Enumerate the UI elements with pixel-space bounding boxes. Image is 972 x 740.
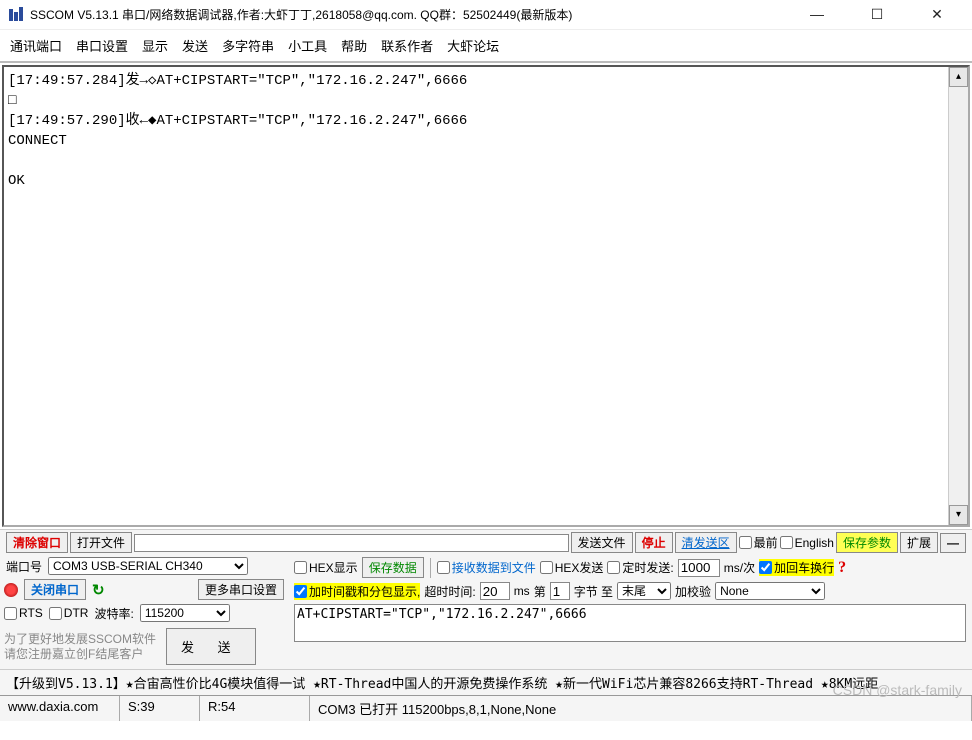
byte-no-input[interactable] xyxy=(550,582,570,600)
recv-to-file-checkbox[interactable]: 接收数据到文件 xyxy=(437,559,536,576)
add-crlf-checkbox[interactable]: 加回车换行 xyxy=(759,559,834,576)
title-bar: SSCOM V5.13.1 串口/网络数据调试器,作者:大虾丁丁,2618058… xyxy=(0,0,972,30)
check-type-select[interactable]: None xyxy=(715,582,825,600)
app-icon xyxy=(8,7,24,23)
menu-tools[interactable]: 小工具 xyxy=(288,36,327,55)
port-select[interactable]: COM3 USB-SERIAL CH340 xyxy=(48,557,248,575)
timeout-input[interactable] xyxy=(480,582,510,600)
baud-select[interactable]: 115200 xyxy=(140,604,230,622)
status-site[interactable]: www.daxia.com xyxy=(0,696,120,721)
save-data-button[interactable]: 保存数据 xyxy=(362,557,424,578)
menu-help[interactable]: 帮助 xyxy=(341,36,367,55)
watermark: CSDN @stark-family xyxy=(833,682,962,698)
output-area: [17:49:57.284]发→◇AT+CIPSTART="TCP","172.… xyxy=(2,65,970,527)
topmost-checkbox[interactable]: 最前 xyxy=(739,534,778,551)
dtr-checkbox[interactable]: DTR xyxy=(49,606,89,620)
close-port-button[interactable]: 关闭串口 xyxy=(24,579,86,600)
interval-input[interactable] xyxy=(678,559,720,577)
timeout-unit: ms xyxy=(514,584,530,598)
port-label: 端口号 xyxy=(6,558,42,575)
stop-button[interactable]: 停止 xyxy=(635,532,673,553)
collapse-button[interactable]: — xyxy=(940,533,966,553)
expand-button[interactable]: 扩展 xyxy=(900,532,938,553)
byte-label1: 第 xyxy=(534,583,546,600)
english-checkbox[interactable]: English xyxy=(780,536,834,550)
status-info: COM3 已打开 115200bps,8,1,None,None xyxy=(310,696,972,721)
window-title: SSCOM V5.13.1 串口/网络数据调试器,作者:大虾丁丁,2618058… xyxy=(30,6,572,23)
register-note: 为了更好地发展SSCOM软件 请您注册嘉立创F结尾客户 xyxy=(0,630,160,664)
maximize-button[interactable]: ☐ xyxy=(862,6,892,23)
menu-display[interactable]: 显示 xyxy=(142,36,168,55)
ad-bar: 【升级到V5.13.1】★合宙高性价比4G模块值得一试 ★RT-Thread中国… xyxy=(0,669,972,695)
clear-window-button[interactable]: 清除窗口 xyxy=(6,532,68,553)
menu-port[interactable]: 通讯端口 xyxy=(10,36,62,55)
timestamp-checkbox[interactable]: 加时间戳和分包显示, xyxy=(294,583,420,600)
to-end-select[interactable]: 末尾 xyxy=(617,582,671,600)
record-icon[interactable] xyxy=(4,583,18,597)
byte-label2: 字节 至 xyxy=(574,583,613,600)
timed-send-checkbox[interactable]: 定时发送: xyxy=(607,559,673,576)
send-file-button[interactable]: 发送文件 xyxy=(571,532,633,553)
interval-unit: ms/次 xyxy=(724,559,755,576)
scroll-up-icon[interactable]: ▴ xyxy=(949,67,968,87)
status-recv: R:54 xyxy=(200,696,310,721)
scrollbar[interactable]: ▴ ▾ xyxy=(948,67,968,525)
menu-bar: 通讯端口 串口设置 显示 发送 多字符串 小工具 帮助 联系作者 大虾论坛 xyxy=(0,30,972,63)
send-textarea[interactable] xyxy=(294,604,966,642)
minimize-button[interactable]: — xyxy=(802,6,832,23)
timeout-label: 超时时间: xyxy=(424,583,475,600)
rts-checkbox[interactable]: RTS xyxy=(4,606,43,620)
menu-send[interactable]: 发送 xyxy=(182,36,208,55)
hex-send-checkbox[interactable]: HEX发送 xyxy=(540,559,604,576)
control-panel: 清除窗口 打开文件 发送文件 停止 清发送区 最前 English 保存参数 扩… xyxy=(0,529,972,721)
menu-contact[interactable]: 联系作者 xyxy=(381,36,433,55)
file-path-input[interactable] xyxy=(134,534,569,552)
menu-forum[interactable]: 大虾论坛 xyxy=(447,36,499,55)
status-bar: www.daxia.com S:39 R:54 COM3 已打开 115200b… xyxy=(0,695,972,721)
close-button[interactable]: ✕ xyxy=(922,6,952,23)
menu-serial-settings[interactable]: 串口设置 xyxy=(76,36,128,55)
help-icon[interactable]: ? xyxy=(838,559,846,577)
add-check-label: 加校验 xyxy=(675,583,711,600)
save-params-button[interactable]: 保存参数 xyxy=(836,532,898,553)
open-file-button[interactable]: 打开文件 xyxy=(70,532,132,553)
status-sent: S:39 xyxy=(120,696,200,721)
hex-display-checkbox[interactable]: HEX显示 xyxy=(294,559,358,576)
baud-label: 波特率: xyxy=(94,605,133,622)
big-send-button[interactable]: 发 送 xyxy=(166,628,256,665)
clear-send-button[interactable]: 清发送区 xyxy=(675,532,737,553)
receive-text[interactable]: [17:49:57.284]发→◇AT+CIPSTART="TCP","172.… xyxy=(4,67,948,525)
menu-multistring[interactable]: 多字符串 xyxy=(222,36,274,55)
scroll-down-icon[interactable]: ▾ xyxy=(949,505,968,525)
more-settings-button[interactable]: 更多串口设置 xyxy=(198,579,284,600)
refresh-icon[interactable]: ↻ xyxy=(92,581,105,599)
